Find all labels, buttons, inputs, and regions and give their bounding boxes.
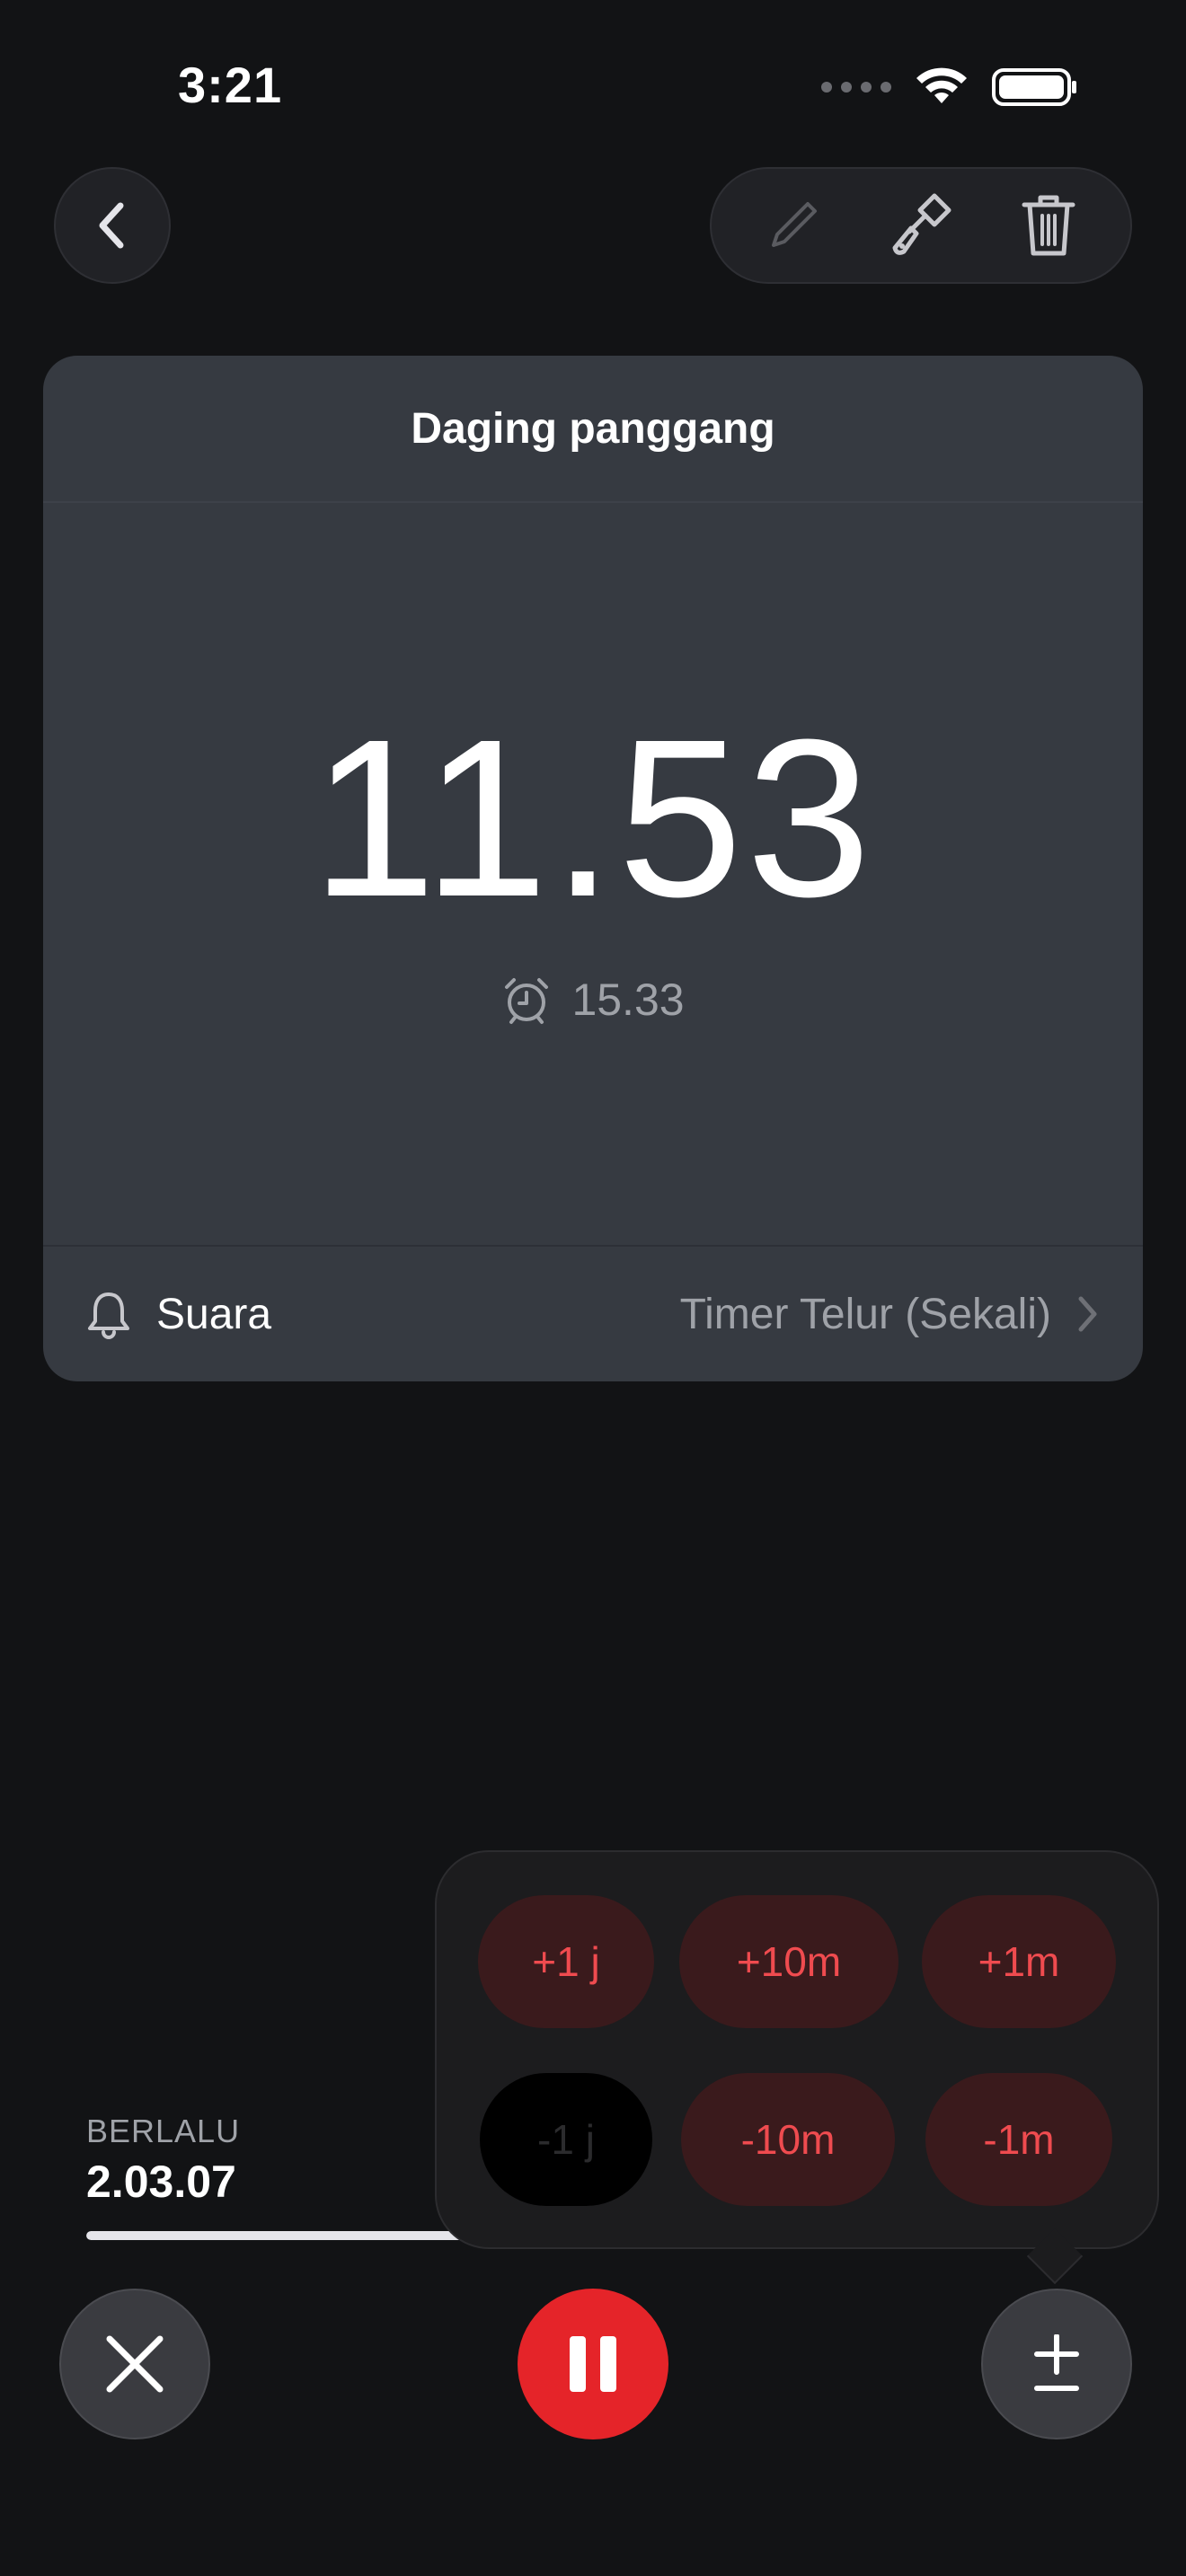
timer-name: Daging panggang — [43, 356, 1143, 503]
paintbrush-icon — [892, 193, 951, 255]
cancel-timer-button[interactable] — [59, 2289, 210, 2439]
remaining-time: 11.53 — [311, 693, 875, 943]
end-time-row: 15.33 — [43, 974, 1143, 1026]
subtract-10-minutes-button[interactable]: -10m — [681, 2073, 895, 2206]
timer-card: Daging panggang 11.53 15.33 Suara Timer … — [43, 356, 1143, 1381]
add-1-hour-button[interactable]: +1 j — [478, 1895, 654, 2028]
add-10-minutes-button[interactable]: +10m — [679, 1895, 898, 2028]
elapsed-value: 2.03.07 — [86, 2157, 236, 2207]
wifi-icon — [916, 67, 967, 103]
back-button[interactable] — [54, 167, 171, 284]
elapsed-label: BERLALU — [86, 2113, 241, 2149]
plus-minus-icon — [1034, 2334, 1079, 2391]
end-time: 15.33 — [571, 975, 685, 1025]
pause-icon — [570, 2336, 616, 2392]
chevron-left-icon — [99, 202, 124, 249]
bell-icon — [88, 1292, 129, 1339]
status-icons — [821, 65, 1078, 110]
subtract-1-minute-button[interactable]: -1m — [925, 2073, 1112, 2206]
sound-value: Timer Telur (Sekali) — [679, 1290, 1051, 1338]
pause-button[interactable] — [518, 2289, 668, 2439]
close-icon — [106, 2335, 164, 2393]
trash-icon — [1022, 195, 1075, 256]
alarm-clock-icon — [505, 978, 549, 1024]
delete-button[interactable] — [1004, 181, 1093, 270]
timer-detail-screen: 3:21 Daging panggang 11.53 15.33 Suara T… — [0, 0, 1186, 2576]
adjust-time-button[interactable] — [981, 2289, 1132, 2439]
sound-label: Suara — [156, 1290, 272, 1338]
status-time: 3:21 — [178, 57, 283, 113]
battery-icon — [992, 68, 1076, 106]
elapsed-progress-fill — [86, 2231, 472, 2240]
add-1-minute-button[interactable]: +1m — [922, 1895, 1116, 2028]
chevron-right-icon — [1076, 1294, 1100, 1334]
edit-button[interactable] — [748, 181, 838, 270]
sound-row[interactable]: Suara Timer Telur (Sekali) — [43, 1245, 1143, 1381]
subtract-1-hour-button[interactable]: -1 j — [480, 2073, 652, 2206]
color-button[interactable] — [876, 181, 966, 270]
cellular-signal-icon — [821, 82, 891, 93]
pencil-icon — [772, 202, 817, 247]
timer-actions-pill — [710, 167, 1132, 284]
